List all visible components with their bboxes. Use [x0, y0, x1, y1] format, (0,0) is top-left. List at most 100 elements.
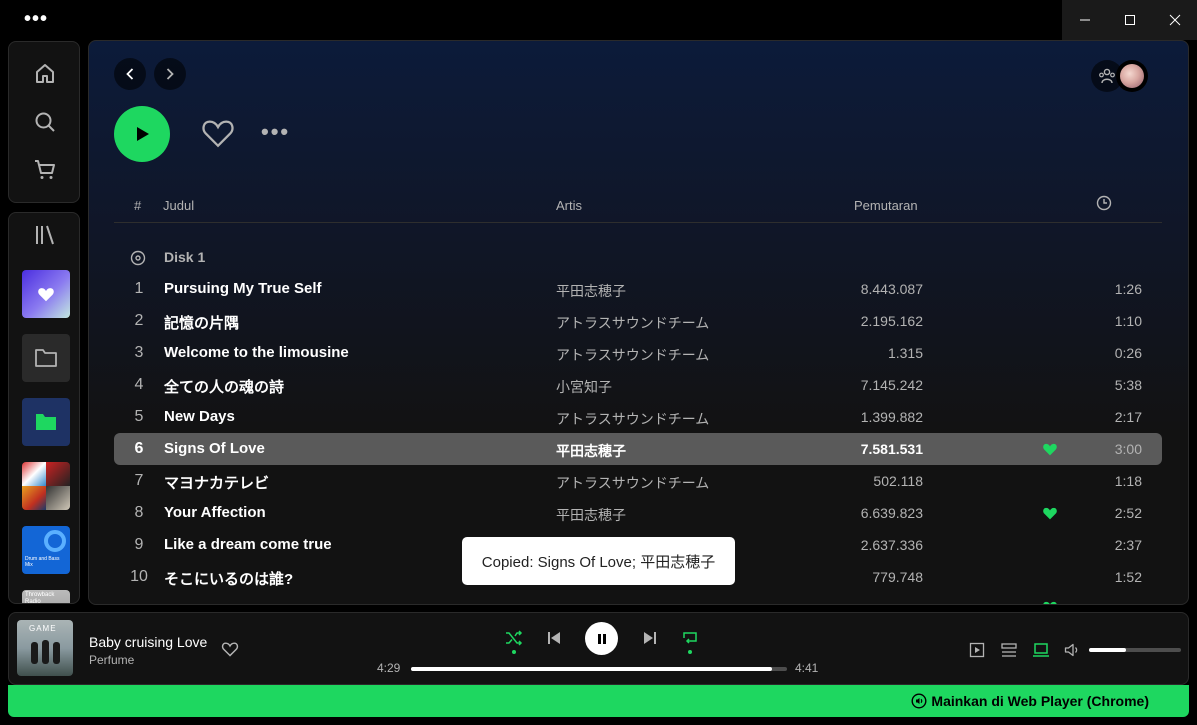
track-row[interactable]: 2 記憶の片隅 アトラスサウンドチーム 2.195.162 1:10 [114, 305, 1162, 337]
track-plays: 1.399.882 [860, 409, 923, 425]
duration-header[interactable] [1096, 195, 1112, 214]
header-plays[interactable]: Pemutaran [854, 198, 918, 213]
track-number: 3 [134, 344, 144, 361]
drum-and-bass-mix-item[interactable]: Drum and Bass Mix [22, 526, 70, 574]
shuffle-button[interactable] [503, 627, 525, 649]
web-player-link[interactable]: Mainkan di Web Player (Chrome) [911, 693, 1149, 709]
maximize-button[interactable] [1107, 0, 1152, 40]
track-number: 6 [134, 440, 144, 457]
liked-indicator[interactable] [1042, 442, 1058, 460]
more-options-button[interactable]: ••• [261, 119, 290, 145]
liked-indicator[interactable] [1042, 506, 1058, 524]
heart-outline-icon [202, 120, 234, 148]
track-row[interactable]: 8 Your Affection 平田志穂子 6.639.823 2:52 [114, 497, 1162, 529]
track-title[interactable]: 全ての人の魂の詩 [164, 376, 284, 397]
now-playing-artist[interactable]: Perfume [89, 653, 134, 667]
track-title[interactable]: マヨナカテレビ [164, 472, 269, 493]
forward-button[interactable] [154, 58, 186, 90]
track-title[interactable]: Signs Of Love [164, 440, 265, 457]
track-artist[interactable]: 平田志穂子 [556, 441, 626, 461]
search-button[interactable] [29, 106, 61, 138]
web-player-label: Mainkan di Web Player (Chrome) [931, 693, 1149, 709]
like-song-button[interactable] [221, 641, 239, 662]
close-icon [1169, 14, 1180, 26]
save-album-button[interactable] [201, 117, 235, 154]
connect-device-button[interactable] [1031, 640, 1051, 660]
track-row[interactable]: 7 マヨナカテレビ アトラスサウンドチーム 502.118 1:18 [114, 465, 1162, 497]
track-title[interactable]: Your Affection [164, 504, 266, 521]
track-plays: 7.581.531 [860, 441, 923, 457]
progress-bar[interactable] [411, 667, 787, 671]
track-artist[interactable]: アトラスサウンドチーム [556, 409, 709, 429]
now-playing-view-button[interactable] [967, 640, 987, 660]
tracklist-header: # Judul Artis Pemutaran [114, 193, 1162, 223]
elapsed-time: 4:29 [377, 661, 401, 675]
folder-item[interactable] [22, 334, 70, 382]
track-plays: 1.315 [887, 345, 923, 361]
app-menu-button[interactable]: ••• [24, 9, 48, 29]
close-button[interactable] [1152, 0, 1197, 40]
track-row-partial[interactable] [114, 600, 1162, 604]
header-number: # [134, 198, 142, 213]
repeat-button[interactable] [679, 627, 701, 649]
folder-icon [35, 349, 57, 367]
heart-outline-icon [221, 642, 239, 657]
volume-slider[interactable] [1089, 648, 1181, 652]
throwback-radio-item[interactable]: Throwback Radio [22, 590, 70, 604]
track-artist[interactable]: 小宮知子 [556, 377, 612, 397]
track-title[interactable]: New Days [164, 408, 235, 425]
library-thumb-label: Throwback Radio [25, 592, 55, 604]
track-title[interactable]: 記憶の片隅 [164, 312, 239, 333]
track-row[interactable]: 3 Welcome to the limousine アトラスサウンドチーム 1.31… [114, 337, 1162, 369]
track-artist[interactable]: アトラスサウンドチーム [556, 473, 709, 493]
now-playing-title[interactable]: Baby cruising Love [89, 634, 207, 650]
chevron-left-icon [126, 68, 134, 80]
pause-icon [597, 633, 606, 644]
header-title[interactable]: Judul [163, 198, 194, 213]
track-artist[interactable]: 平田志穂子 [556, 281, 626, 301]
track-row[interactable]: 1 Pursuing My True Self 平田志穂子 8.443.087 1:26 [114, 273, 1162, 305]
back-button[interactable] [114, 58, 146, 90]
cart-button[interactable] [29, 154, 61, 186]
home-icon [36, 64, 54, 83]
pause-button[interactable] [585, 622, 618, 655]
track-duration: 2:52 [1114, 505, 1142, 521]
web-player-banner[interactable]: Mainkan di Web Player (Chrome) [8, 685, 1189, 717]
track-duration: 3:00 [1114, 441, 1142, 457]
track-title[interactable]: そこにいるのは誰? [164, 568, 293, 589]
folder-item-active[interactable] [22, 398, 70, 446]
previous-button[interactable] [543, 627, 565, 649]
play-button[interactable] [114, 106, 170, 162]
track-title[interactable]: Like a dream come true [164, 536, 332, 553]
track-artist[interactable]: アトラスサウンドチーム [556, 313, 709, 333]
track-row[interactable]: 5 New Days アトラスサウンドチーム 1.399.882 2:17 [114, 401, 1162, 433]
track-artist[interactable]: アトラスサウンドチーム [556, 345, 709, 365]
library-button[interactable] [29, 219, 61, 251]
track-row[interactable]: 6 Signs Of Love 平田志穂子 7.581.531 3:00 [114, 433, 1162, 465]
repeat-active-dot [688, 650, 692, 654]
device-icon [1033, 643, 1049, 657]
track-title[interactable]: Welcome to the limousine [164, 344, 349, 361]
mute-button[interactable] [1062, 640, 1082, 660]
shuffle-active-dot [512, 650, 516, 654]
track-plays: 2.637.336 [860, 537, 923, 553]
track-title[interactable]: Pursuing My True Self [164, 280, 322, 297]
heart-icon [38, 288, 54, 302]
avatar-image [1120, 64, 1144, 88]
nav-panel [8, 41, 80, 203]
queue-button[interactable] [999, 640, 1019, 660]
now-playing-cover[interactable]: GAME [17, 620, 73, 676]
track-row[interactable]: 4 全ての人の魂の詩 小宮知子 7.145.242 5:38 [114, 369, 1162, 401]
track-artist[interactable]: 平田志穂子 [556, 505, 626, 525]
track-plays: 779.748 [872, 569, 923, 585]
next-button[interactable] [639, 627, 661, 649]
chevron-right-icon [166, 68, 174, 80]
liked-songs-item[interactable] [22, 270, 70, 318]
playlist-mosaic-item[interactable] [22, 462, 70, 510]
heart-filled-icon [1043, 507, 1057, 520]
avatar[interactable] [1116, 60, 1148, 92]
home-button[interactable] [29, 58, 61, 90]
maximize-icon [1124, 15, 1135, 25]
minimize-button[interactable] [1062, 0, 1107, 40]
header-artist[interactable]: Artis [556, 198, 582, 213]
